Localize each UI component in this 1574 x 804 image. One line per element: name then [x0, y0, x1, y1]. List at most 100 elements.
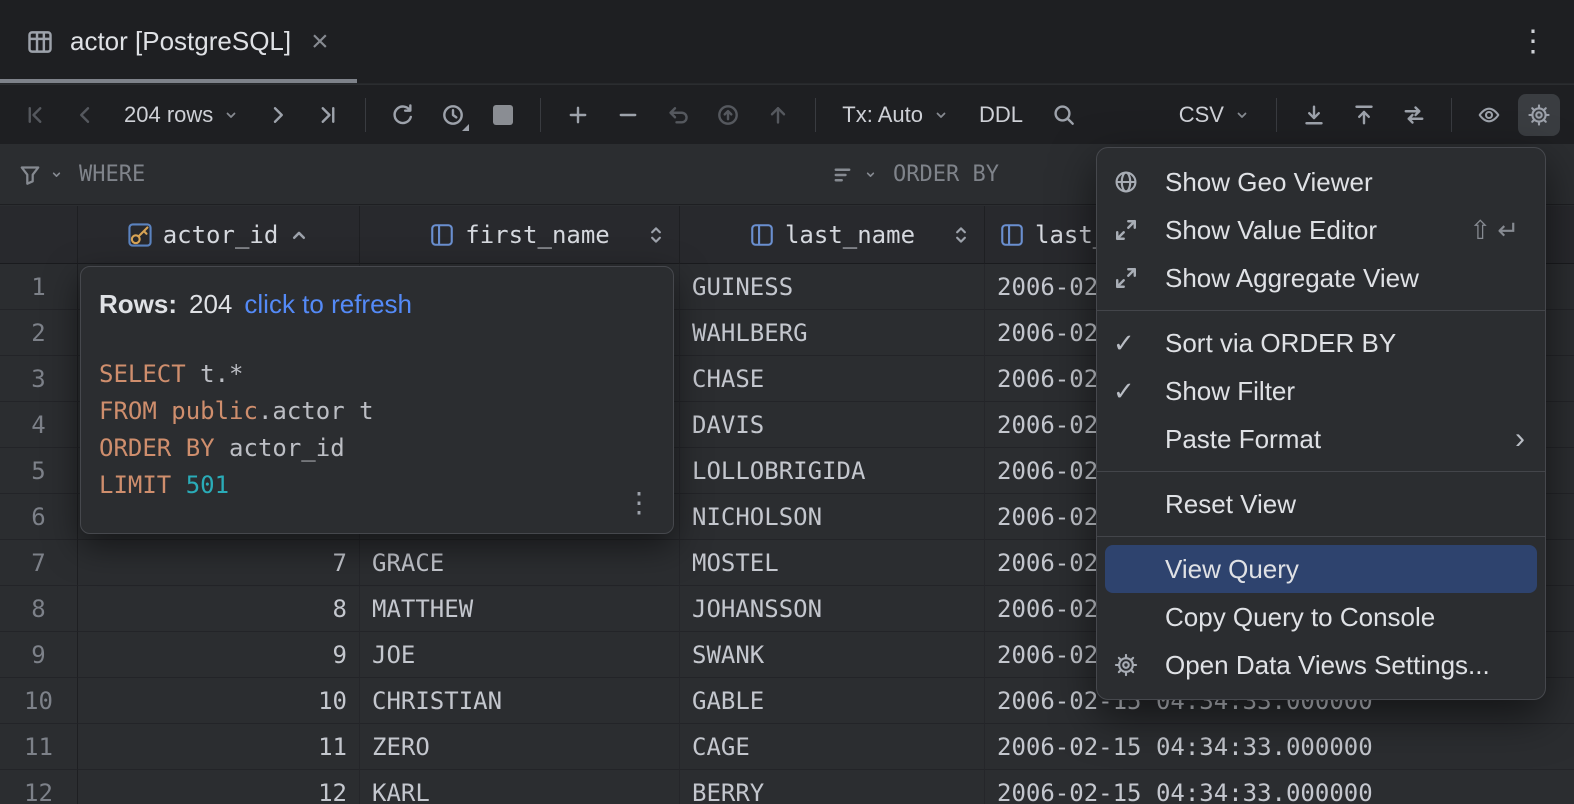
row-number-header[interactable]	[0, 206, 78, 264]
menu-item-label: Show Geo Viewer	[1165, 166, 1373, 197]
menu-item-show-geo-viewer[interactable]: Show Geo Viewer	[1105, 158, 1537, 206]
row-number[interactable]: 1	[0, 264, 78, 310]
previous-page-button[interactable]	[64, 94, 106, 136]
menu-item-open-data-views-settings[interactable]: Open Data Views Settings...	[1105, 641, 1537, 689]
row-number[interactable]: 6	[0, 494, 78, 540]
row-number[interactable]: 10	[0, 678, 78, 724]
undo-button[interactable]	[657, 94, 699, 136]
menu-item-copy-query-to-console[interactable]: Copy Query to Console	[1105, 593, 1537, 641]
sql-line: SELECT t.*	[99, 360, 244, 388]
toolbar-separator	[1276, 97, 1277, 132]
query-info-popup: Rows: 204 click to refresh SELECT t.* FRO…	[80, 266, 674, 534]
cell-first-name[interactable]: CHRISTIAN	[360, 678, 680, 724]
ddl-button[interactable]: DDL	[967, 102, 1035, 128]
schedule-refresh-button[interactable]	[432, 94, 474, 136]
menu-item-paste-format[interactable]: Paste Format ›	[1105, 415, 1537, 463]
table-row[interactable]: 12 12 KARL BERRY 2006-02-15 04:34:33.000…	[0, 770, 1574, 804]
column-icon	[429, 222, 455, 248]
add-row-button[interactable]	[557, 94, 599, 136]
cell-last-name[interactable]: JOHANSSON	[680, 586, 985, 632]
row-number[interactable]: 4	[0, 402, 78, 448]
transaction-mode-dropdown[interactable]: Tx: Auto	[832, 94, 959, 136]
export-format-dropdown[interactable]: CSV	[1169, 94, 1260, 136]
menu-item-sort-via-order-by[interactable]: ✓ Sort via ORDER BY	[1105, 319, 1537, 367]
search-button[interactable]	[1043, 94, 1085, 136]
row-number[interactable]: 7	[0, 540, 78, 586]
row-number[interactable]: 3	[0, 356, 78, 402]
cell-actor-id[interactable]: 12	[78, 770, 360, 804]
sort-both-icon[interactable]	[645, 224, 667, 246]
cell-first-name[interactable]: GRACE	[360, 540, 680, 586]
refresh-link[interactable]: click to refresh	[244, 289, 412, 320]
column-header-last-name[interactable]: last_name	[680, 206, 985, 264]
cell-first-name[interactable]: MATTHEW	[360, 586, 680, 632]
column-header-first-name[interactable]: first_name	[360, 206, 680, 264]
cell-actor-id[interactable]: 9	[78, 632, 360, 678]
download-button[interactable]	[1293, 94, 1335, 136]
data-toolbar: 204 rows Tx: Auto DDL CSV	[0, 85, 1574, 144]
row-count-dropdown[interactable]: 204 rows	[114, 94, 249, 136]
submit-button[interactable]	[757, 94, 799, 136]
cell-first-name[interactable]: ZERO	[360, 724, 680, 770]
last-page-button[interactable]	[307, 94, 349, 136]
menu-item-label: Show Aggregate View	[1165, 262, 1419, 293]
cell-last-name[interactable]: NICHOLSON	[680, 494, 985, 540]
stop-button[interactable]	[482, 94, 524, 136]
close-icon[interactable]: ×	[311, 26, 329, 57]
cell-last-name[interactable]: WAHLBERG	[680, 310, 985, 356]
table-row[interactable]: 11 11 ZERO CAGE 2006-02-15 04:34:33.0000…	[0, 724, 1574, 770]
settings-button[interactable]	[1518, 93, 1560, 136]
menu-item-show-filter[interactable]: ✓ Show Filter	[1105, 367, 1537, 415]
row-number[interactable]: 12	[0, 770, 78, 804]
menu-item-reset-view[interactable]: Reset View	[1105, 480, 1537, 528]
where-clause-field[interactable]: WHERE	[79, 162, 145, 187]
order-by-clause-field[interactable]: ORDER BY	[893, 162, 999, 187]
menu-item-view-query[interactable]: View Query	[1105, 545, 1537, 593]
filter-funnel-icon[interactable]	[18, 163, 42, 187]
cell-last-name[interactable]: CAGE	[680, 724, 985, 770]
view-options-button[interactable]	[1468, 94, 1510, 136]
cell-last-name[interactable]: BERRY	[680, 770, 985, 804]
menu-item-show-value-editor[interactable]: Show Value Editor ⇧↵	[1105, 206, 1537, 254]
popup-more-icon[interactable]: ⋮	[625, 486, 653, 519]
tab-actor-postgresql[interactable]: actor [PostgreSQL] ×	[0, 0, 357, 83]
cell-last-name[interactable]: MOSTEL	[680, 540, 985, 586]
row-number[interactable]: 5	[0, 448, 78, 494]
cell-actor-id[interactable]: 10	[78, 678, 360, 724]
delete-row-button[interactable]	[607, 94, 649, 136]
row-number[interactable]: 2	[0, 310, 78, 356]
cell-actor-id[interactable]: 11	[78, 724, 360, 770]
row-number[interactable]: 11	[0, 724, 78, 770]
first-page-button[interactable]	[14, 94, 56, 136]
menu-item-label: Show Filter	[1165, 375, 1296, 406]
cell-last-name[interactable]: GABLE	[680, 678, 985, 724]
cell-actor-id[interactable]: 8	[78, 586, 360, 632]
upload-button[interactable]	[1343, 94, 1385, 136]
cell-last-name[interactable]: CHASE	[680, 356, 985, 402]
cell-first-name[interactable]: JOE	[360, 632, 680, 678]
row-number[interactable]: 9	[0, 632, 78, 678]
row-number[interactable]: 8	[0, 586, 78, 632]
cell-last-name[interactable]: DAVIS	[680, 402, 985, 448]
tab-bar: actor [PostgreSQL] × ⋮	[0, 0, 1574, 84]
cell-last-update[interactable]: 2006-02-15 04:34:33.000000	[985, 770, 1574, 804]
check-icon: ✓	[1113, 327, 1135, 358]
chevron-down-icon	[50, 168, 63, 181]
cell-first-name[interactable]: KARL	[360, 770, 680, 804]
row-count-label: 204 rows	[124, 101, 214, 127]
more-options-icon[interactable]: ⋮	[1492, 24, 1574, 59]
column-header-actor-id[interactable]: actor_id	[78, 206, 360, 264]
compare-data-button[interactable]	[1393, 94, 1435, 136]
cell-last-name[interactable]: GUINESS	[680, 264, 985, 310]
next-page-button[interactable]	[257, 94, 299, 136]
revert-button[interactable]	[707, 94, 749, 136]
sort-lines-icon[interactable]	[832, 163, 856, 187]
sort-both-icon[interactable]	[950, 224, 972, 246]
cell-last-name[interactable]: SWANK	[680, 632, 985, 678]
database-data-view: actor [PostgreSQL] × ⋮ 204 rows Tx: Auto…	[0, 0, 1574, 804]
menu-item-show-aggregate-view[interactable]: Show Aggregate View	[1105, 254, 1537, 302]
cell-last-name[interactable]: LOLLOBRIGIDA	[680, 448, 985, 494]
cell-actor-id[interactable]: 7	[78, 540, 360, 586]
cell-last-update[interactable]: 2006-02-15 04:34:33.000000	[985, 724, 1574, 770]
refresh-button[interactable]	[382, 94, 424, 136]
